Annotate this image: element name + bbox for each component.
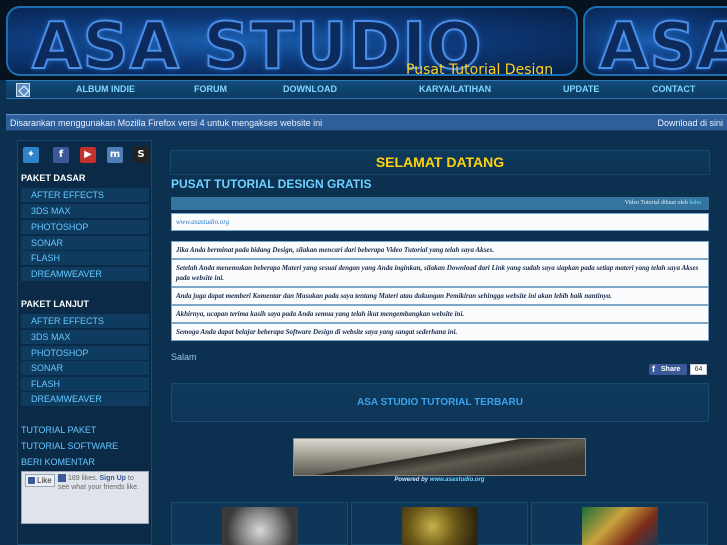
welcome-heading: SELAMAT DATANG	[170, 150, 710, 175]
caption-prefix: Powered by	[394, 477, 429, 483]
page-title: PUSAT TUTORIAL DESIGN GRATIS	[171, 177, 372, 191]
notice-text: Disarankan menggunakan Mozilla Firefox v…	[10, 118, 323, 128]
scribd-icon[interactable]: S	[133, 147, 149, 163]
sidebar-item-flash[interactable]: FLASH	[21, 251, 149, 265]
banner-logo-box[interactable]: ASA STUDIO Pusat Tutorial Design Gratis	[6, 6, 578, 76]
paragraph-4: Akhirnya, ucapan terima kasih saya pada …	[171, 305, 709, 323]
tutorial-thumbnail[interactable]	[582, 507, 658, 545]
video-credit-bar: Video Tutorial dibuat oleh habo	[171, 197, 709, 210]
nav-download[interactable]: DOWNLOAD	[283, 84, 337, 94]
section-paket-dasar: PAKET DASAR	[21, 173, 86, 183]
sidebar-item-photoshop[interactable]: PHOTOSHOP	[21, 220, 149, 234]
facebook-share-button[interactable]: Share	[649, 364, 687, 375]
thumbnail-cell	[351, 502, 528, 545]
tutorial-thumbnail[interactable]	[402, 507, 478, 545]
sidebar-item-dreamweaver[interactable]: DREAMWEAVER	[21, 267, 149, 281]
fb-like-text: 189 likes. Sign Up to see what your frie…	[58, 474, 146, 492]
youtube-icon[interactable]: ▶	[80, 147, 96, 163]
facebook-icon[interactable]: f	[53, 147, 69, 163]
fb-like-button[interactable]: Like	[25, 474, 55, 487]
sidebar-item-flash-lanjut[interactable]: FLASH	[21, 377, 149, 391]
promo-banner-caption: Powered by www.asastudio.org	[293, 477, 586, 483]
paragraph-5: Semoga Anda dapat belajar beberapa Softw…	[171, 323, 709, 341]
sidebar-item-3ds-max-lanjut[interactable]: 3DS MAX	[21, 330, 149, 344]
sidebar-link-tutorial-software[interactable]: TUTORIAL SOFTWARE	[21, 441, 118, 451]
latest-tutorials-heading: ASA STUDIO TUTORIAL TERBARU	[171, 383, 709, 422]
sidebar-item-sonar[interactable]: SONAR	[21, 236, 149, 250]
sidebar-item-after-effects-lanjut[interactable]: AFTER EFFECTS	[21, 314, 149, 328]
sidebar-link-beri-komentar[interactable]: BERI KOMENTAR	[21, 457, 95, 467]
tutorial-thumbnail[interactable]	[222, 507, 298, 545]
sidebar-item-3ds-max[interactable]: 3DS MAX	[21, 204, 149, 218]
site-tagline: Pusat Tutorial Design Gratis	[406, 62, 554, 76]
sidebar-item-photoshop-lanjut[interactable]: PHOTOSHOP	[21, 346, 149, 360]
tutorial-thumbnails	[171, 502, 709, 545]
main-content: SELAMAT DATANG PUSAT TUTORIAL DESIGN GRA…	[165, 140, 715, 545]
myspace-icon[interactable]: m	[107, 147, 123, 163]
fb-signup-link[interactable]: Sign Up	[99, 475, 125, 482]
caption-site-link[interactable]: www.asastudio.org	[430, 477, 485, 483]
video-credit-text: Video Tutorial dibuat oleh	[624, 200, 688, 206]
site-banner: ASA STUDIO Pusat Tutorial Design Gratis …	[0, 0, 727, 80]
paragraph-2: Setelah Anda menemukan beberapa Materi y…	[171, 259, 709, 287]
nav-album-indie[interactable]: ALBUM INDIE	[76, 84, 135, 94]
thumbnail-cell	[531, 502, 708, 545]
nav-forum[interactable]: FORUM	[194, 84, 227, 94]
twitter-icon[interactable]: ✦	[23, 147, 39, 163]
paragraph-3: Anda juga dapat memberi Komentar dan Mas…	[171, 287, 709, 305]
video-credit-link[interactable]: habo	[689, 200, 701, 206]
nav-contact[interactable]: CONTACT	[652, 84, 695, 94]
sidebar-item-sonar-lanjut[interactable]: SONAR	[21, 361, 149, 375]
thumbnail-cell	[171, 502, 348, 545]
sidebar-item-dreamweaver-lanjut[interactable]: DREAMWEAVER	[21, 392, 149, 406]
sidebar-link-tutorial-paket[interactable]: TUTORIAL PAKET	[21, 425, 96, 435]
salam-text: Salam	[171, 352, 197, 362]
site-logo-right: ASA	[598, 9, 727, 76]
facebook-like-box: Like 189 likes. Sign Up to see what your…	[21, 471, 149, 524]
promo-banner-image[interactable]	[293, 438, 586, 476]
share-count: 64	[690, 364, 707, 375]
nav-karya-latihan[interactable]: KARYA/LATIHAN	[419, 84, 491, 94]
sidebar-item-after-effects[interactable]: AFTER EFFECTS	[21, 188, 149, 202]
notice-bar: Disarankan menggunakan Mozilla Firefox v…	[6, 114, 727, 131]
section-paket-lanjut: PAKET LANJUT	[21, 299, 89, 309]
paragraph-1: Jika Anda berminat pada bidang Design, s…	[171, 241, 709, 259]
notice-download-link[interactable]: Download di sini	[657, 118, 723, 128]
facebook-icon	[58, 474, 66, 483]
site-link[interactable]: www.asastudio.org	[171, 213, 709, 231]
main-nav: ALBUM INDIE FORUM DOWNLOAD KARYA/LATIHAN…	[6, 80, 727, 99]
nav-update[interactable]: UPDATE	[563, 84, 599, 94]
sidebar: ✦ f ▶ m S PAKET DASAR AFTER EFFECTS 3DS …	[17, 140, 152, 545]
fb-like-count: 189 likes.	[67, 475, 98, 482]
home-icon[interactable]	[16, 83, 30, 97]
banner-logo-box-right: ASA	[583, 6, 727, 76]
